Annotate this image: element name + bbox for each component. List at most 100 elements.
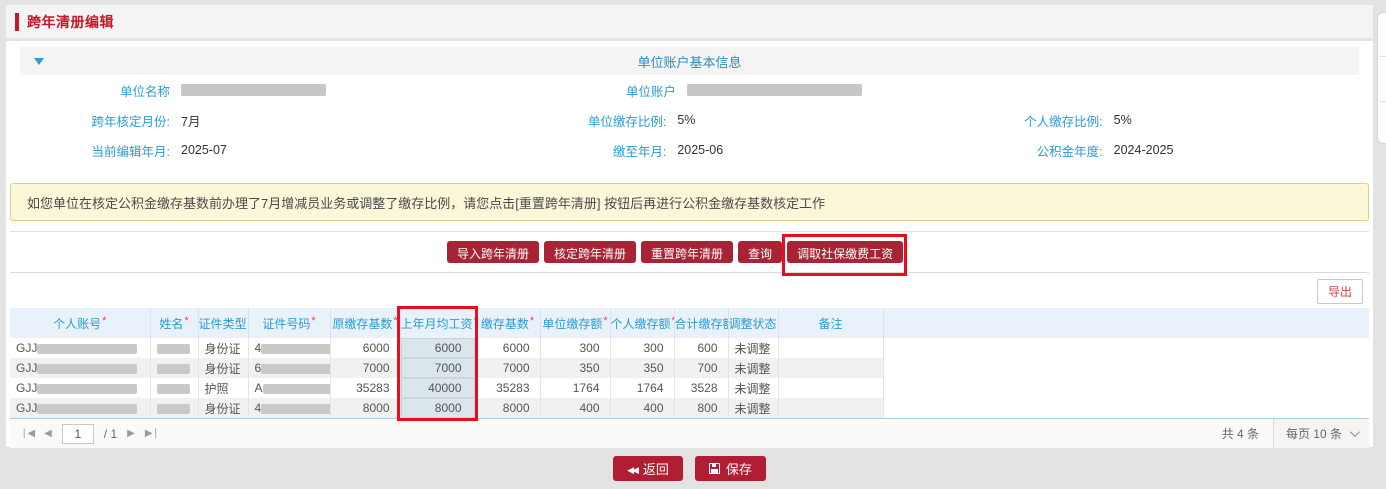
field-fund-year: 公积金年度: 2024-2025	[913, 141, 1359, 160]
cell-personal-amount: 1764	[610, 378, 674, 398]
col-remark: 备注	[778, 308, 883, 338]
cell-filler	[883, 338, 1369, 358]
cell-name	[150, 398, 198, 418]
main-card: 单位账户基本信息 单位名称 单位账户 跨年核定月份: 7月 单位缴存比例: 5%…	[6, 41, 1373, 447]
col-total-amount: 合计缴存额*	[674, 308, 728, 338]
cell-adjust-status: 未调整	[728, 338, 778, 358]
redacted-value	[37, 364, 137, 374]
right-edge-widget[interactable]	[1377, 12, 1386, 144]
cell-personal-amount: 350	[610, 358, 674, 378]
cell-id-number: A	[248, 378, 330, 398]
field-unit-account: 单位账户	[476, 81, 932, 100]
import-cross-year-list-button[interactable]: 导入跨年清册	[447, 241, 539, 263]
reset-cross-year-list-button[interactable]: 重置跨年清册	[641, 241, 733, 263]
cell-personal-account: GJJ	[10, 378, 150, 398]
col-id-number: 证件号码*	[248, 308, 330, 338]
cell-deposit-base: 6000	[475, 338, 540, 358]
fetch-social-security-wage-button[interactable]: 调取社保缴费工资	[787, 241, 903, 263]
cell-name	[150, 378, 198, 398]
field-unit-ratio: 单位缴存比例: 5%	[466, 111, 912, 130]
account-panel-header: 单位账户基本信息	[20, 47, 1359, 75]
required-asterisk: *	[102, 315, 106, 327]
save-button-label: 保存	[726, 459, 752, 478]
col-filler	[883, 308, 1369, 338]
table-bottom-border	[10, 418, 1369, 419]
pagination-bar: / 1 共 4 条 每页 10 条	[10, 419, 1369, 448]
cell-adjust-status: 未调整	[728, 358, 778, 378]
field-unit-name: 单位名称	[20, 81, 476, 100]
cell-adjust-status: 未调整	[728, 398, 778, 418]
cell-total-amount: 700	[674, 358, 728, 378]
field-label: 公积金年度:	[913, 141, 1103, 160]
redacted-value	[157, 384, 190, 394]
redacted-value	[687, 84, 862, 96]
cell-personal-account: GJJ	[10, 398, 150, 418]
redacted-value	[157, 404, 190, 414]
col-last-year-avg-wage: 上年月均工资*	[400, 308, 475, 338]
cell-original-base: 35283	[330, 378, 400, 398]
page-number-input[interactable]	[62, 424, 94, 444]
field-value: 2025-06	[677, 143, 723, 157]
col-name: 姓名*	[150, 308, 198, 338]
query-button[interactable]: 查询	[738, 241, 782, 263]
roster-table-wrap: 个人账号* 姓名* 证件类型* 证件号码* 原缴存基数* 上年月均工资* 缴存基…	[10, 308, 1369, 419]
cell-filler	[883, 378, 1369, 398]
cell-id-type: 身份证	[198, 338, 248, 358]
cell-id-number: 4	[248, 398, 330, 418]
roster-table: 个人账号* 姓名* 证件类型* 证件号码* 原缴存基数* 上年月均工资* 缴存基…	[10, 308, 1369, 418]
cell-remark	[778, 398, 883, 418]
cell-filler	[883, 398, 1369, 418]
required-asterisk: *	[311, 315, 315, 327]
cell-last-year-avg-wage-input[interactable]: 6000	[400, 338, 475, 358]
field-label: 单位名称	[20, 81, 170, 100]
field-label: 个人缴存比例:	[913, 111, 1103, 130]
field-label: 跨年核定月份:	[20, 111, 170, 130]
table-row: GJJ身份证4600060006000300300600未调整	[10, 338, 1369, 358]
field-label: 当前编辑年月:	[20, 141, 170, 160]
verify-cross-year-list-button[interactable]: 核定跨年清册	[544, 241, 636, 263]
cell-total-amount: 600	[674, 338, 728, 358]
redacted-value	[157, 344, 190, 354]
back-button[interactable]: 返回	[613, 456, 683, 481]
previous-page-icon[interactable]	[44, 429, 52, 439]
col-unit-amount: 单位缴存额*	[540, 308, 610, 338]
last-page-icon[interactable]	[145, 429, 159, 439]
cell-adjust-status: 未调整	[728, 378, 778, 398]
cell-id-number: 4	[248, 338, 330, 358]
table-row: GJJ护照A352834000035283176417643528未调整	[10, 378, 1369, 398]
redacted-value	[157, 364, 190, 374]
first-page-icon[interactable]	[20, 429, 34, 439]
field-row: 当前编辑年月: 2025-07 缴至年月: 2025-06 公积金年度: 202…	[20, 135, 1359, 165]
cell-original-base: 7000	[330, 358, 400, 378]
save-button[interactable]: 保存	[695, 456, 766, 481]
page-size-label: 每页 10 条	[1286, 425, 1342, 442]
field-paid-to-month: 缴至年月: 2025-06	[466, 141, 912, 160]
cell-remark	[778, 338, 883, 358]
account-panel-title: 单位账户基本信息	[20, 52, 1359, 71]
field-value: 2025-07	[181, 143, 227, 157]
cell-personal-account: GJJ	[10, 338, 150, 358]
cell-personal-amount: 400	[610, 398, 674, 418]
required-asterisk: *	[393, 315, 397, 327]
cell-last-year-avg-wage-input[interactable]: 8000	[400, 398, 475, 418]
title-accent-bar	[15, 13, 19, 31]
cell-name	[150, 358, 198, 378]
export-button[interactable]: 导出	[1317, 279, 1363, 304]
cell-unit-amount: 400	[540, 398, 610, 418]
save-floppy-icon	[709, 463, 720, 474]
col-original-base: 原缴存基数*	[330, 308, 400, 338]
cell-original-base: 8000	[330, 398, 400, 418]
page-title: 跨年清册编辑	[27, 12, 114, 32]
toolbar: 导入跨年清册 核定跨年清册 重置跨年清册 查询 调取社保缴费工资	[10, 232, 1369, 272]
cell-personal-account: GJJ	[10, 358, 150, 378]
next-page-icon[interactable]	[127, 429, 135, 439]
warning-text: 如您单位在核定公积金缴存基数前办理了7月增减员业务或调整了缴存比例，请您点击[重…	[27, 193, 825, 212]
table-row: GJJ身份证4800080008000400400800未调整	[10, 398, 1369, 418]
cell-last-year-avg-wage-input[interactable]: 7000	[400, 358, 475, 378]
table-header-row: 个人账号* 姓名* 证件类型* 证件号码* 原缴存基数* 上年月均工资* 缴存基…	[10, 308, 1369, 338]
field-current-edit-month: 当前编辑年月: 2025-07	[20, 141, 466, 160]
account-info-panel: 单位账户基本信息 单位名称 单位账户 跨年核定月份: 7月 单位缴存比例: 5%…	[20, 47, 1359, 165]
page-size-select[interactable]: 每页 10 条	[1273, 419, 1369, 448]
cell-last-year-avg-wage-input[interactable]: 40000	[400, 378, 475, 398]
col-adjust-status: 调整状态*	[728, 308, 778, 338]
